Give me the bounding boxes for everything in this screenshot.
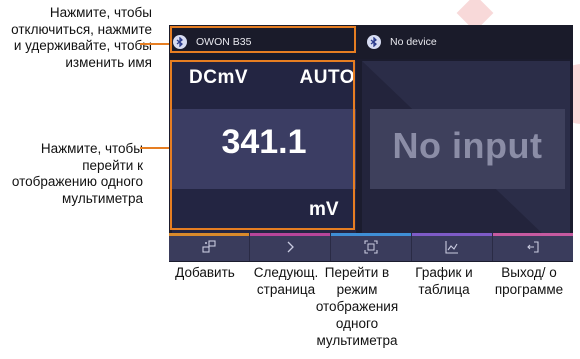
measurement-mode: DCmV [189, 67, 249, 88]
single-meter-caption: Перейти в режим отображения одного мульт… [315, 265, 399, 348]
meter-reading: 341.1 [221, 123, 307, 161]
next-page-button[interactable] [250, 233, 331, 261]
range-mode: AUTO [299, 67, 355, 88]
add-device-icon [202, 240, 216, 253]
bottom-toolbar [169, 233, 573, 261]
button-accent [331, 233, 411, 236]
single-meter-icon [364, 240, 378, 254]
exit-caption: Выход/ о программе [494, 265, 564, 297]
exit-icon [527, 241, 539, 253]
button-accent [169, 233, 249, 236]
bluetooth-icon [367, 35, 381, 49]
no-input-label: No input [392, 125, 543, 166]
meter-hint-callout: Нажмите, чтобы перейти к отображению одн… [11, 141, 143, 206]
exit-about-button[interactable] [493, 233, 573, 261]
device-bar: OWON B35 No device [169, 25, 573, 59]
mode-row: DCmV AUTO [189, 67, 355, 89]
add-caption: Добавить [175, 265, 235, 280]
single-meter-button[interactable] [331, 233, 412, 261]
device-tab-1[interactable]: OWON B35 [173, 31, 357, 53]
title-hint-callout: Нажмите, чтобы отключиться, нажмите и уд… [11, 5, 152, 70]
device-tab-2[interactable]: No device [367, 31, 567, 53]
add-device-button[interactable] [169, 233, 250, 261]
app-screen: OWON B35 No device DCmV AUTO 341.1 mV No… [169, 25, 573, 262]
button-accent [493, 233, 573, 236]
device-name: No device [390, 36, 437, 48]
chart-icon [445, 241, 458, 254]
bluetooth-icon [173, 35, 187, 49]
device-name: OWON B35 [196, 36, 252, 48]
chart-table-button[interactable] [412, 233, 493, 261]
chart-table-caption: График и таблица [415, 265, 473, 297]
meter-hint-leader [140, 147, 170, 149]
reading-unit: mV [309, 199, 339, 220]
button-accent [250, 233, 330, 236]
title-hint-leader [140, 43, 170, 45]
button-accent [412, 233, 492, 236]
chevron-right-icon [287, 241, 294, 253]
